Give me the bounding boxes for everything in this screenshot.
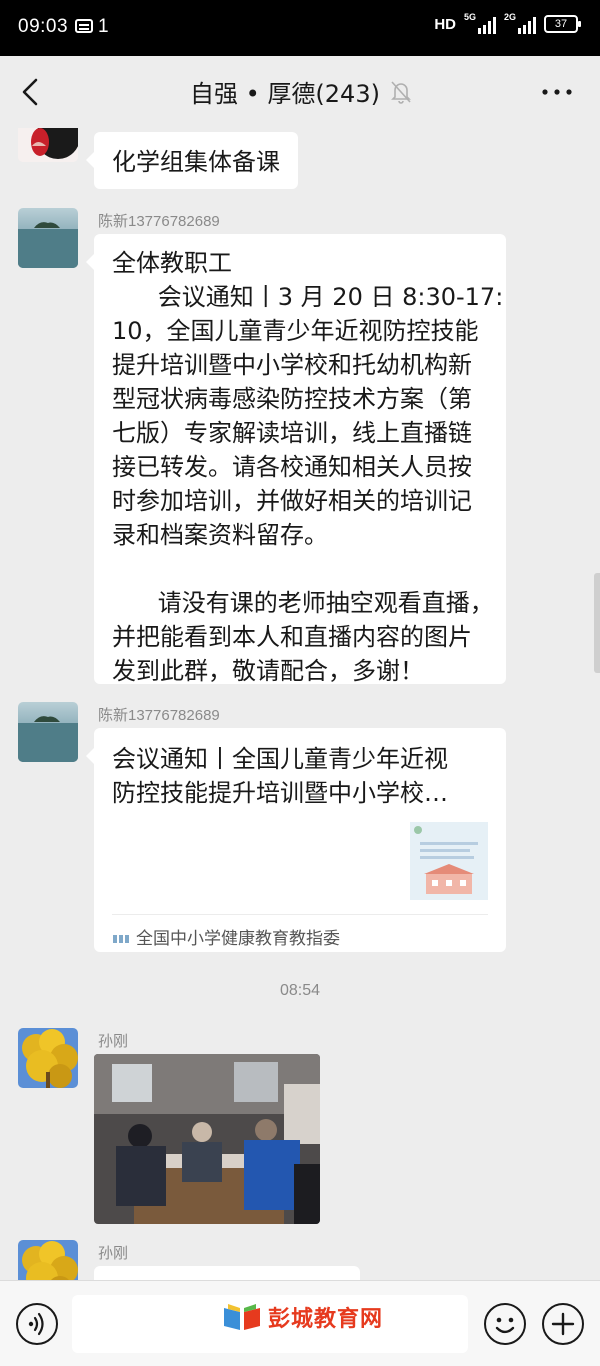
notification-count: 1 — [98, 16, 109, 37]
message-line — [112, 552, 488, 586]
avatar[interactable] — [18, 208, 78, 268]
sender-name: 孙刚 — [98, 1245, 129, 1262]
emoji-button[interactable] — [484, 1303, 526, 1345]
avatar-tree-icon — [18, 1028, 78, 1088]
sender-name: 陈新13776782689 — [98, 213, 220, 230]
avatar-lake-icon — [18, 208, 78, 268]
status-bar: 09:03 1 HD 5G 2G 37 — [0, 0, 600, 56]
message-text: 化学组集体备课 — [112, 148, 280, 176]
image-message[interactable] — [94, 1054, 320, 1224]
thumbnail-image-icon — [410, 822, 488, 900]
emoji-icon — [495, 1317, 515, 1334]
avatar-lake-icon — [18, 702, 78, 762]
message-bubble[interactable]: 全体教职工 会议通知丨3 月 20 日 8:30-17: 10，全国儿童青少年近… — [86, 234, 506, 685]
card-source: 全国中小学健康教育教指委 — [112, 922, 340, 956]
message-bubble[interactable]: 化学组集体备课 — [86, 132, 298, 189]
message-line: 七版）专家解读培训，线上直播链 — [112, 419, 472, 447]
avatar-image-icon — [18, 128, 78, 162]
message-line: 并把能看到本人和直播内容的图片 — [112, 623, 472, 651]
timestamp: 08:54 — [279, 982, 321, 999]
sender-name: 孙刚 — [98, 1033, 129, 1050]
message-bubble[interactable] — [94, 1266, 360, 1280]
sender-name: 陈新13776782689 — [98, 707, 220, 724]
watermark-text: 彭城教育网 — [268, 1307, 384, 1332]
card-source-name: 全国中小学健康教育教指委 — [136, 929, 340, 949]
message-line: 发到此群，敬请配合，多谢！ — [112, 657, 424, 685]
more-button[interactable] — [540, 82, 574, 102]
card-divider — [112, 914, 488, 915]
chat-area[interactable]: 化学组集体备课 陈新13776782689 全体教职工 会议通知丨3 月 20 … — [0, 128, 600, 1280]
chevron-left-icon — [22, 78, 38, 106]
card-title-line: 防控技能提升培训暨中小学校… — [112, 779, 448, 807]
card-thumbnail — [410, 822, 488, 900]
signal-icon-2: 2G — [504, 12, 536, 34]
back-button[interactable] — [14, 74, 50, 110]
scrollbar[interactable] — [594, 573, 600, 673]
chat-title: 自强 • 厚德(243) — [190, 80, 380, 108]
hd-label: HD — [434, 15, 456, 33]
avatar[interactable] — [18, 702, 78, 762]
bell-off-icon — [391, 80, 411, 104]
avatar-tree-icon — [18, 1240, 78, 1280]
avatar[interactable] — [18, 1240, 78, 1280]
message-line: 全体教职工 — [112, 249, 232, 277]
photo-image-icon — [94, 1054, 320, 1224]
more-dots-icon — [542, 89, 572, 95]
chat-title-wrap: 自强 • 厚德(243) — [190, 74, 412, 109]
voice-button[interactable] — [16, 1303, 58, 1345]
battery-icon: 37 — [544, 15, 581, 33]
message-line: 录和档案资料留存。 — [112, 521, 328, 549]
book-logo-icon — [224, 1304, 260, 1330]
card-title-line: 会议通知丨全国儿童青少年近视 — [112, 745, 448, 773]
avatar[interactable] — [18, 1028, 78, 1088]
status-time: 09:03 — [18, 16, 69, 37]
message-line: 提升培训暨中小学校和托幼机构新 — [112, 351, 472, 379]
chat-header: 自强 • 厚德(243) — [0, 56, 600, 128]
watermark: 彭城教育网 — [222, 1301, 383, 1333]
message-line: 10，全国儿童青少年近视防控技能 — [112, 317, 479, 345]
message-notification-icon — [75, 19, 93, 33]
message-line: 会议通知丨3 月 20 日 8:30-17: — [112, 283, 504, 311]
link-card[interactable]: 会议通知丨全国儿童青少年近视 防控技能提升培训暨中小学校… 全国中小学健康教育教… — [86, 728, 506, 952]
source-logo-icon — [113, 935, 129, 943]
voice-icon — [28, 1312, 44, 1336]
message-line: 型冠状病毒感染防控技术方案（第 — [112, 385, 472, 413]
plus-icon — [551, 1312, 575, 1336]
message-line: 请没有课的老师抽空观看直播， — [112, 589, 494, 617]
message-line: 接已转发。请各校通知相关人员按 — [112, 453, 472, 481]
message-line: 时参加培训，并做好相关的培训记 — [112, 487, 472, 515]
plus-button[interactable] — [542, 1303, 584, 1345]
input-bar: 彭城教育网 — [0, 1280, 600, 1366]
avatar[interactable] — [18, 128, 78, 162]
status-right: HD 5G 2G 37 — [434, 12, 581, 34]
signal-icon-1: 5G — [464, 12, 496, 34]
